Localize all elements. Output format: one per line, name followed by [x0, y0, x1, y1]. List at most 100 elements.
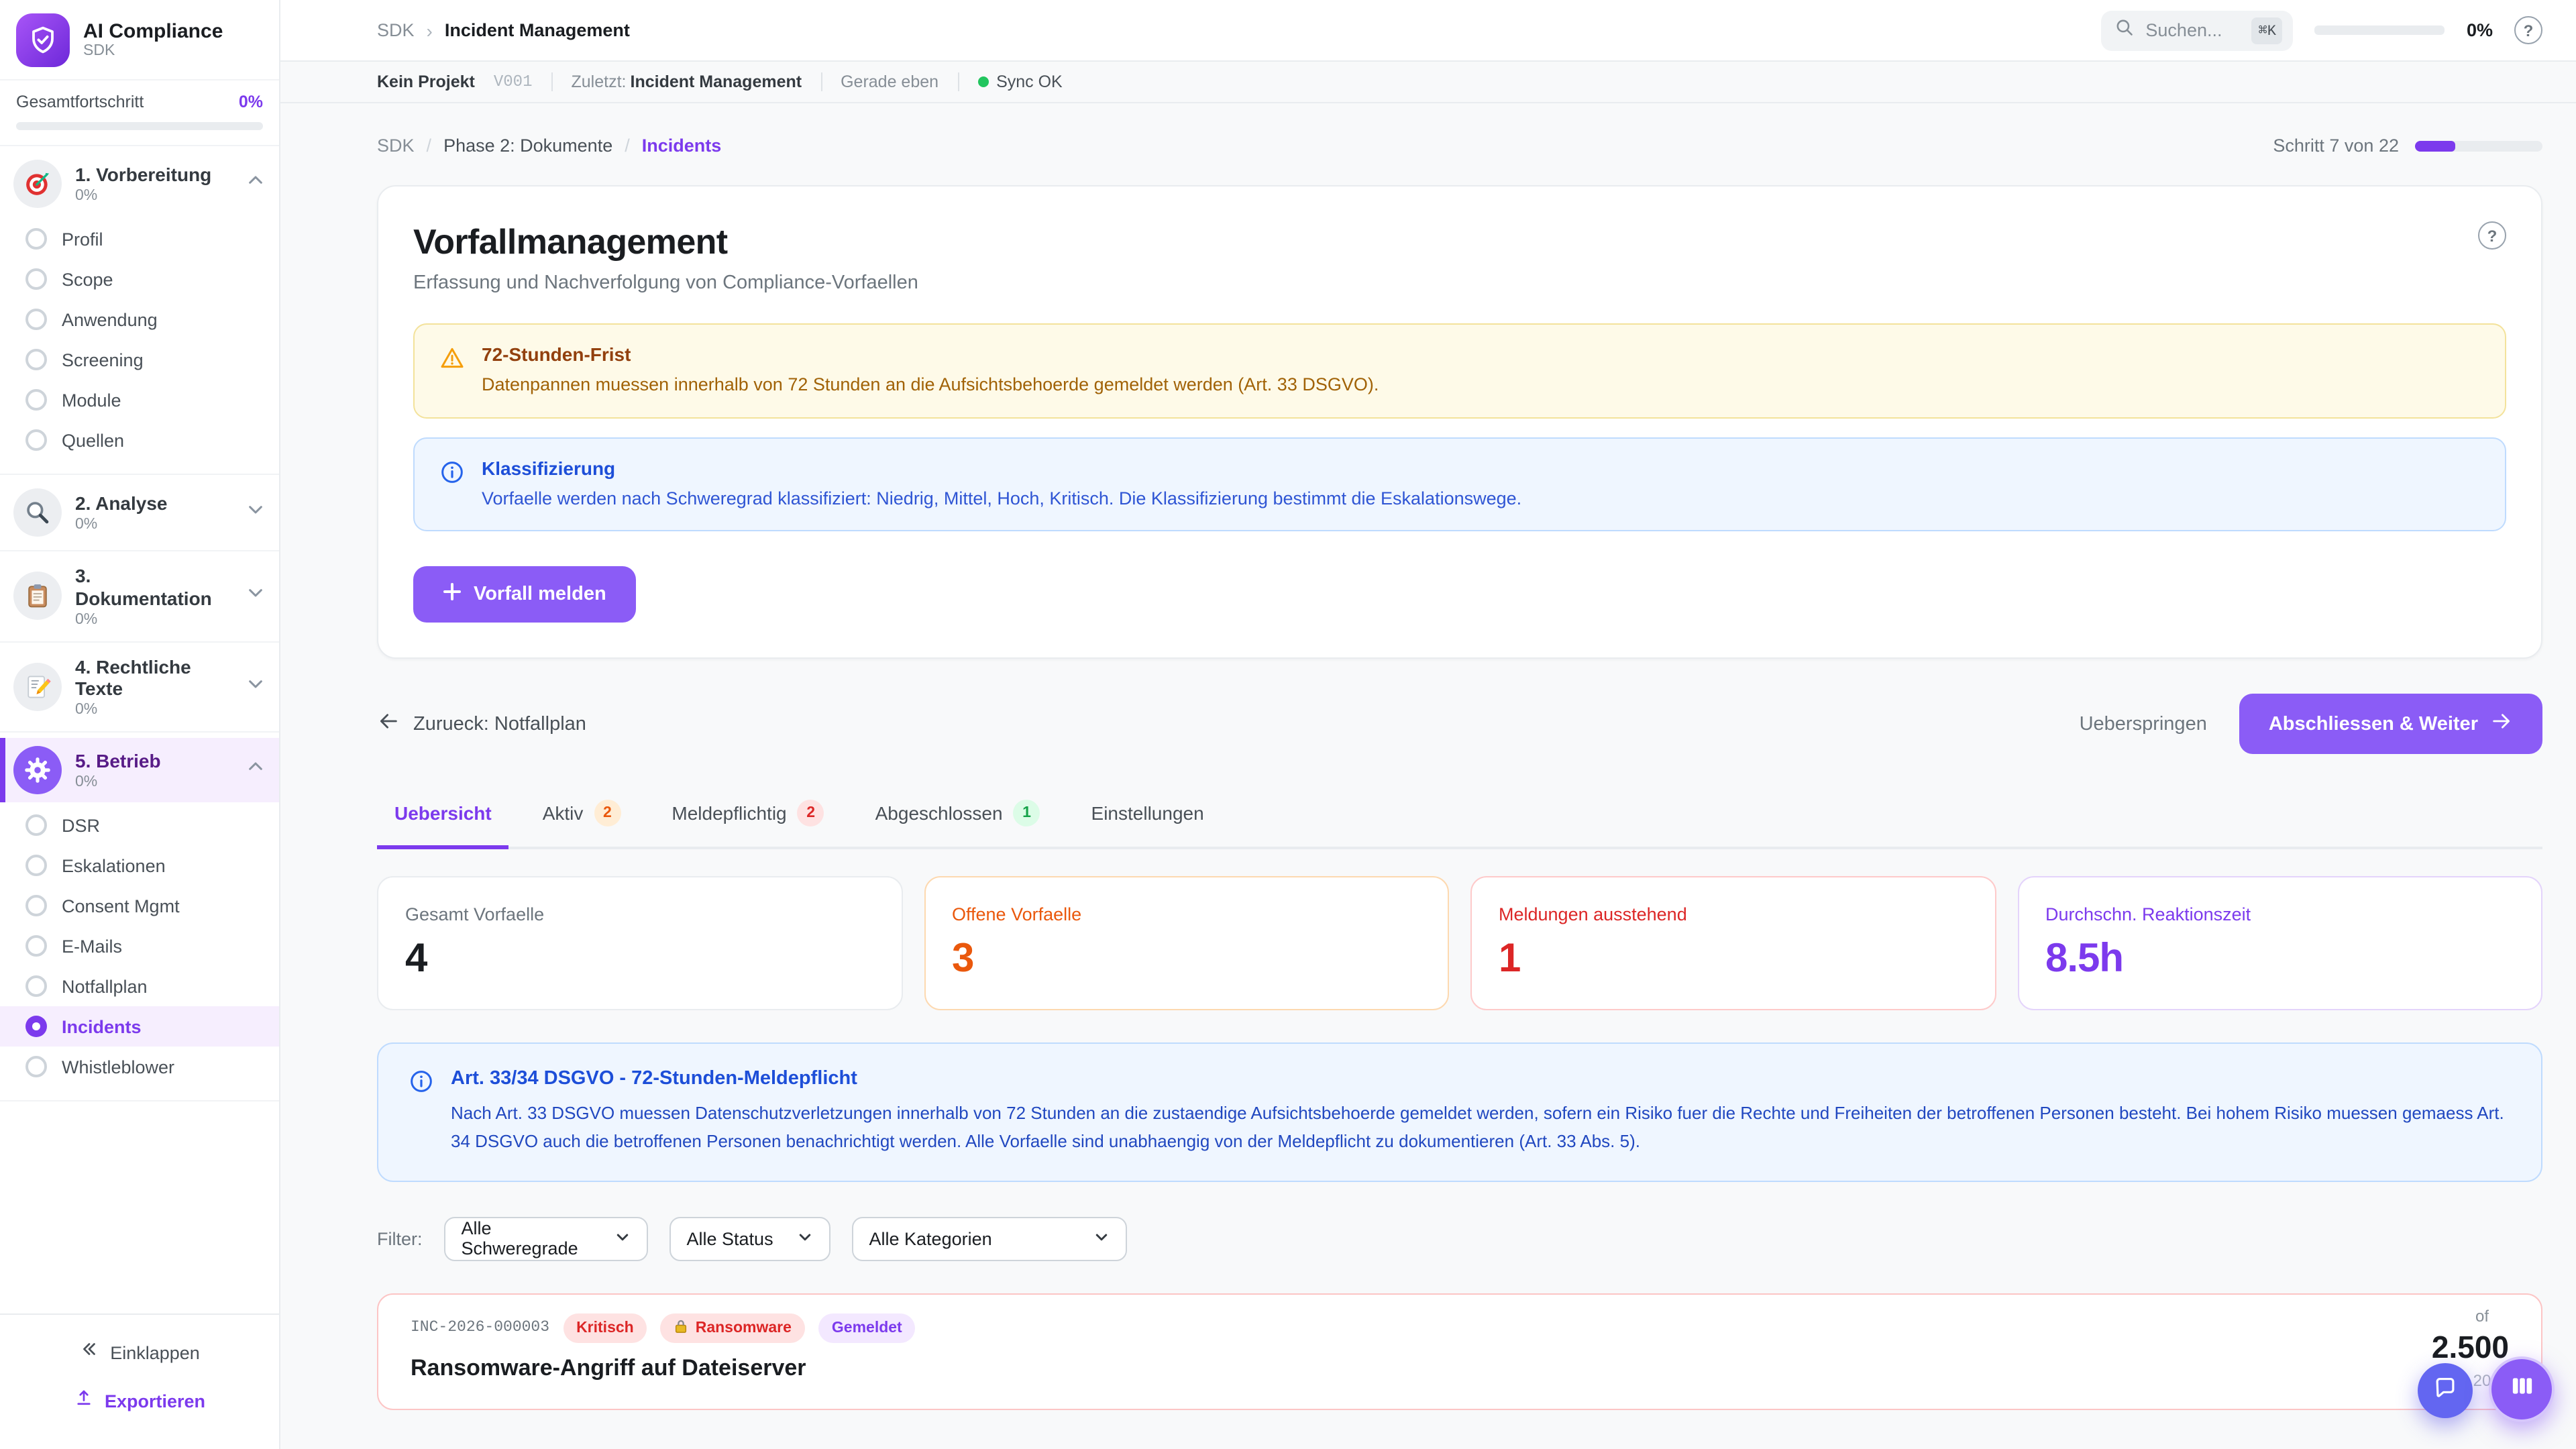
last-saved-time: Gerade eben: [841, 72, 938, 91]
clipboard-icon: [13, 572, 62, 621]
sidebar-item-profil[interactable]: Profil: [0, 219, 279, 259]
search-input[interactable]: Suchen... ⌘K: [2101, 10, 2294, 50]
sidebar-item-emails[interactable]: E-Mails: [0, 926, 279, 966]
breadcrumb-current: Incident Management: [445, 20, 630, 40]
radio-icon: [25, 935, 47, 957]
stat-card-avg-reaction: Durchschn. Reaktionszeit 8.5h: [2017, 876, 2542, 1010]
step-label: Schritt 7 von 22: [2273, 136, 2399, 156]
arrow-right-icon: [2490, 710, 2513, 738]
section-percent: 0%: [75, 611, 232, 627]
sidebar-item-module[interactable]: Module: [0, 380, 279, 420]
section-header-rechtliche-texte[interactable]: 4. Rechtliche Texte 0%: [0, 647, 279, 726]
sidebar-item-incidents[interactable]: Incidents: [0, 1006, 279, 1046]
sidebar-section-rechtliche-texte: 4. Rechtliche Texte 0%: [0, 642, 279, 733]
incident-id: INC-2026-000003: [411, 1319, 549, 1336]
overall-progress-bar: [16, 122, 263, 130]
tab-meldepflichtig[interactable]: Meldepflichtig2: [654, 789, 841, 849]
main-column: SDK › Incident Management Suchen... ⌘K 0…: [280, 0, 2576, 1449]
severity-filter-select[interactable]: Alle Schweregrade: [444, 1216, 648, 1260]
app-title-block: AI Compliance SDK: [83, 20, 223, 60]
section-label: 4. Rechtliche Texte: [75, 655, 232, 700]
breadcrumb-root[interactable]: SDK: [377, 20, 415, 40]
tab-abgeschlossen[interactable]: Abgeschlossen1: [858, 789, 1058, 849]
wizard-nav-row: Zurueck: Notfallplan Ueberspringen Absch…: [377, 694, 2542, 754]
stat-cards-row: Gesamt Vorfaelle 4 Offene Vorfaelle 3 Me…: [377, 876, 2542, 1010]
help-icon[interactable]: ?: [2478, 221, 2506, 250]
chat-fab-button[interactable]: [2418, 1363, 2473, 1418]
chevron-down-icon: [614, 1228, 631, 1248]
radio-icon: [25, 268, 47, 290]
sidebar-item-screening[interactable]: Screening: [0, 339, 279, 380]
breadcrumb-phase[interactable]: Phase 2: Dokumente: [443, 136, 612, 156]
back-link[interactable]: Zurueck: Notfallplan: [377, 710, 586, 738]
breadcrumb-sdk[interactable]: SDK: [377, 136, 415, 156]
export-button[interactable]: Exportieren: [0, 1377, 279, 1425]
complete-continue-button[interactable]: Abschliessen & Weiter: [2239, 694, 2542, 754]
info-circle-icon: [439, 457, 466, 492]
sidebar-item-consent-mgmt[interactable]: Consent Mgmt: [0, 885, 279, 926]
incident-title: Ransomware-Angriff auf Dateiserver: [411, 1354, 2509, 1381]
radio-icon: [25, 814, 47, 836]
section-header-vorbereitung[interactable]: 1. Vorbereitung 0%: [0, 152, 279, 216]
section-header-analyse[interactable]: 2. Analyse 0%: [0, 480, 279, 545]
sidebar-item-dsr[interactable]: DSR: [0, 805, 279, 845]
gdpr-title: Art. 33/34 DSGVO - 72-Stunden-Meldepflic…: [451, 1068, 2512, 1089]
incident-card[interactable]: INC-2026-000003 Kritisch Ransomware Geme…: [377, 1293, 2542, 1409]
sidebar-item-eskalationen[interactable]: Eskalationen: [0, 845, 279, 885]
overall-progress-label: Gesamtfortschritt: [16, 93, 144, 111]
radio-icon: [25, 1056, 47, 1077]
sidebar-section-dokumentation: 3. Dokumentation 0%: [0, 551, 279, 642]
incident-management-card: Vorfallmanagement ? Erfassung und Nachve…: [377, 185, 2542, 659]
sidebar-item-whistleblower[interactable]: Whistleblower: [0, 1046, 279, 1087]
warning-title: 72-Stunden-Frist: [482, 343, 1379, 365]
section-label: 5. Betrieb: [75, 751, 161, 773]
last-label: Zuletzt:: [572, 72, 627, 91]
section-header-betrieb[interactable]: 5. Betrieb 0%: [0, 738, 279, 802]
upload-icon: [74, 1387, 94, 1414]
info-callout: Klassifizierung Vorfaelle werden nach Sc…: [413, 437, 2506, 531]
collapse-sidebar-button[interactable]: Einklappen: [0, 1328, 279, 1377]
sidebar-item-anwendung[interactable]: Anwendung: [0, 299, 279, 339]
section-percent: 0%: [75, 517, 168, 533]
app-subtitle: SDK: [83, 43, 223, 59]
page-subtitle: Erfassung und Nachverfolgung von Complia…: [413, 272, 2506, 294]
tab-count-badge: 2: [594, 800, 621, 826]
gdpr-info-box: Art. 33/34 DSGVO - 72-Stunden-Meldepflic…: [377, 1042, 2542, 1181]
sidebar-item-quellen[interactable]: Quellen: [0, 420, 279, 460]
gdpr-body: Nach Art. 33 DSGVO muessen Datenschutzve…: [451, 1100, 2512, 1156]
sync-status: Sync OK: [977, 72, 1063, 91]
section-percent: 0%: [75, 188, 211, 204]
chevron-up-icon: [246, 757, 266, 784]
severity-badge: Kritisch: [563, 1313, 647, 1342]
chat-bubble-icon: [2432, 1375, 2458, 1407]
tab-einstellungen[interactable]: Einstellungen: [1074, 789, 1222, 849]
sidebar: AI Compliance SDK Gesamtfortschritt 0% 1…: [0, 0, 280, 1449]
section-header-dokumentation[interactable]: 3. Dokumentation 0%: [0, 557, 279, 635]
info-circle-icon: [408, 1068, 435, 1102]
tab-aktiv[interactable]: Aktiv2: [525, 789, 639, 849]
overall-progress-value: 0%: [239, 93, 263, 111]
tab-uebersicht[interactable]: Uebersicht: [377, 789, 509, 849]
board-columns-fab-button[interactable]: [2489, 1356, 2555, 1422]
report-incident-button[interactable]: Vorfall melden: [413, 566, 636, 623]
radio-icon: [25, 855, 47, 876]
stat-card-pending-reports: Meldungen ausstehend 1: [1470, 876, 1996, 1010]
target-icon: [13, 160, 62, 208]
sidebar-item-scope[interactable]: Scope: [0, 259, 279, 299]
status-filter-select[interactable]: Alle Status: [669, 1216, 830, 1260]
category-badge: Ransomware: [661, 1313, 805, 1342]
warning-callout: 72-Stunden-Frist Datenpannen muessen inn…: [413, 323, 2506, 418]
info-body: Vorfaelle werden nach Schweregrad klassi…: [482, 485, 1521, 511]
sidebar-item-notfallplan[interactable]: Notfallplan: [0, 966, 279, 1006]
section-percent: 0%: [75, 774, 161, 790]
breadcrumb-incidents: Incidents: [642, 136, 722, 156]
skip-link[interactable]: Ueberspringen: [2080, 713, 2207, 735]
radio-icon: [25, 228, 47, 250]
category-filter-select[interactable]: Alle Kategorien: [852, 1216, 1127, 1260]
shield-logo-icon: [16, 13, 70, 66]
gear-icon: [13, 746, 62, 794]
sidebar-section-analyse: 2. Analyse 0%: [0, 475, 279, 551]
divider: [957, 72, 959, 91]
help-icon[interactable]: ?: [2514, 16, 2542, 44]
top-header: SDK › Incident Management Suchen... ⌘K 0…: [280, 0, 2576, 62]
